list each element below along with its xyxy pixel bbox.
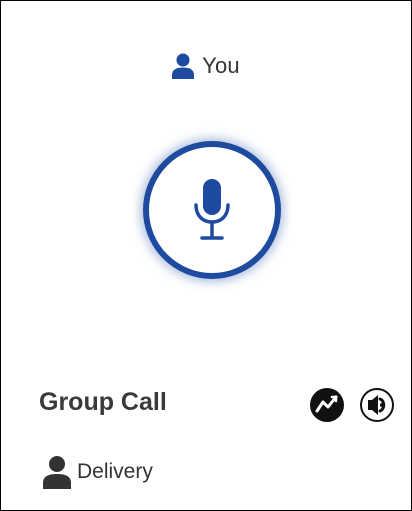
person-icon <box>43 456 71 489</box>
participant-row: You <box>1 53 411 79</box>
activity-chart-icon[interactable] <box>309 387 345 423</box>
speaker-icon[interactable] <box>359 387 395 423</box>
microphone-icon <box>194 179 230 240</box>
call-screen: You Group Call Delivery <box>0 0 412 511</box>
participant-name: You <box>202 53 240 78</box>
person-icon <box>172 53 195 79</box>
group-name: Delivery <box>77 460 153 483</box>
group-row: Delivery <box>43 455 153 489</box>
call-actions <box>309 387 395 423</box>
push-to-talk-button[interactable] <box>143 141 281 279</box>
call-title: Group Call <box>39 388 167 416</box>
